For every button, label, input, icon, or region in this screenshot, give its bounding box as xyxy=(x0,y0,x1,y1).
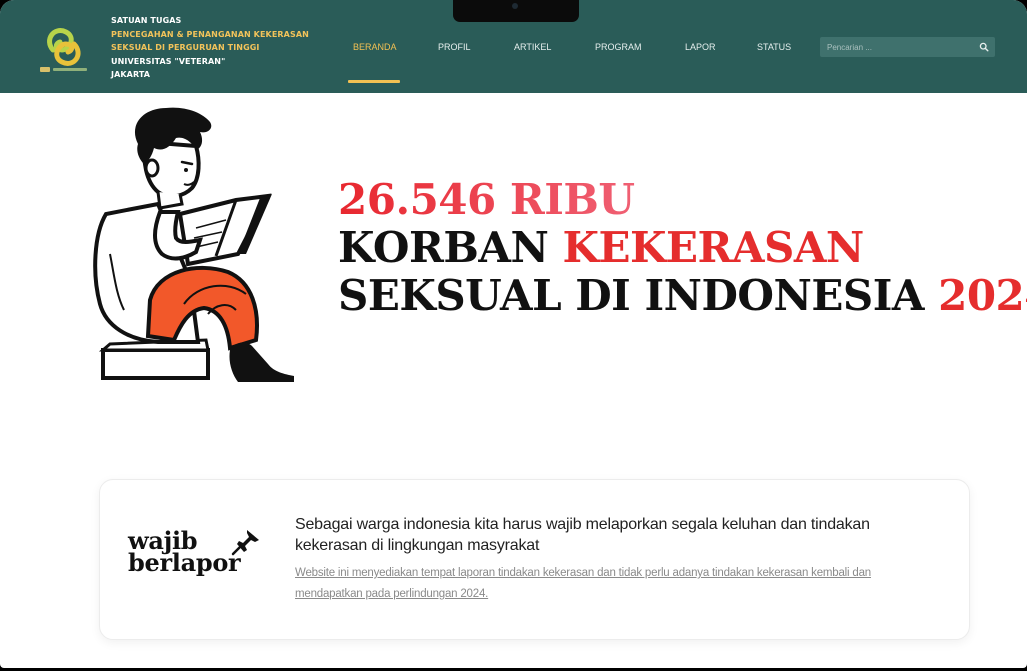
brand-title: SATUAN TUGAS PENCEGAHAN & PENANGANAN KEK… xyxy=(111,14,321,82)
brand-line: SEKSUAL DI PERGURUAN TINGGI xyxy=(111,43,260,52)
nav-profil[interactable]: PROFIL xyxy=(438,42,471,52)
nav-status[interactable]: STATUS xyxy=(757,42,791,52)
headline-line-3: SEKSUAL DI INDONESIA 2024 xyxy=(338,271,1027,320)
pushpin-icon xyxy=(231,530,259,556)
victim-count: 26.546 RIBU xyxy=(338,176,1018,224)
nav-lapor[interactable]: LAPOR xyxy=(685,42,716,52)
brand-line: JAKARTA xyxy=(111,70,151,79)
brand-line: SATUAN TUGAS xyxy=(111,16,182,25)
nav-artikel[interactable]: ARTIKEL xyxy=(514,42,551,52)
headline-line-2: KORBAN KEKERASAN xyxy=(338,224,1018,272)
search-icon[interactable] xyxy=(979,42,989,52)
browser-viewport: SATUAN TUGAS PENCEGAHAN & PENANGANAN KEK… xyxy=(0,0,1027,668)
search-box xyxy=(820,37,995,57)
camera-notch xyxy=(453,0,579,22)
nav-program[interactable]: PROGRAM xyxy=(595,42,642,52)
brand-line: UNIVERSITAS "VETERAN" xyxy=(111,56,226,66)
active-nav-indicator xyxy=(348,80,400,83)
report-info-card: wajib berlapor Sebagai warga indonesia k… xyxy=(99,479,970,640)
search-input[interactable] xyxy=(820,37,970,57)
headline-text: KORBAN xyxy=(338,223,563,272)
headline-highlight: KEKERASAN xyxy=(562,223,864,272)
brand-line: PENCEGAHAN & PENANGANAN KEKERASAN xyxy=(111,29,309,39)
card-description-link[interactable]: Website ini menyediakan tempat laporan t… xyxy=(295,563,915,605)
nav-beranda[interactable]: BERANDA xyxy=(353,42,397,52)
headline-year: 2024 xyxy=(938,271,1027,320)
reading-person-illustration xyxy=(93,107,294,382)
hero-headline: 26.546 RIBU KORBAN KEKERASAN SEKSUAL DI … xyxy=(338,176,1027,320)
headline-text: SEKSUAL DI INDONESIA xyxy=(338,271,939,320)
satgas-logo-icon[interactable] xyxy=(36,20,92,76)
card-title: Sebagai warga indonesia kita harus wajib… xyxy=(295,516,870,554)
